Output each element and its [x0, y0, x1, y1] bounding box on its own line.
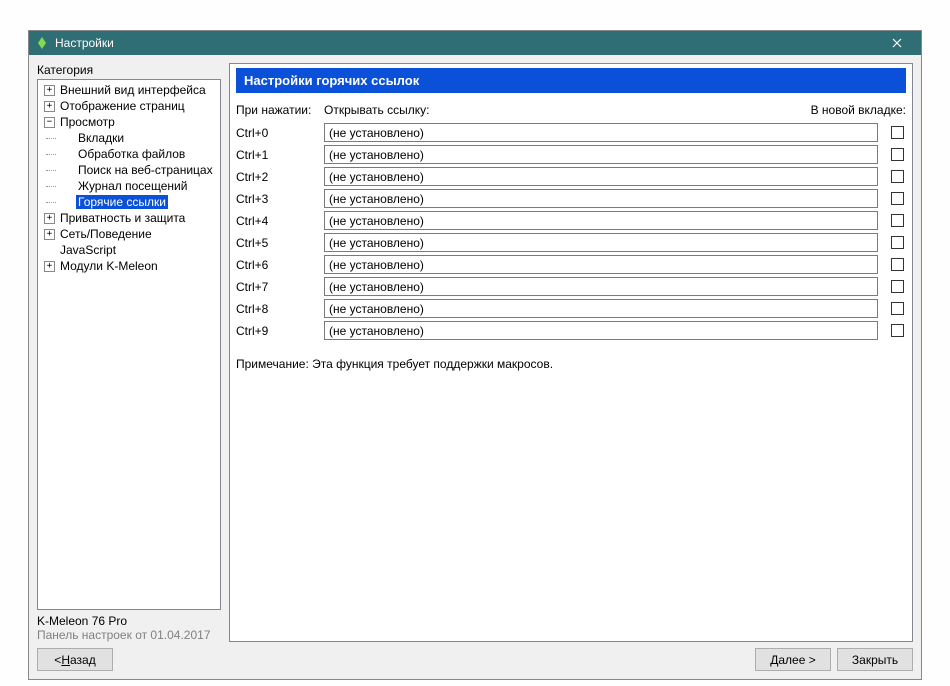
newtab-checkbox[interactable] [891, 214, 904, 227]
newtab-checkbox[interactable] [891, 258, 904, 271]
hotlink-input[interactable]: (не установлено) [324, 211, 878, 230]
newtab-checkbox[interactable] [891, 236, 904, 249]
hotkey-label: Ctrl+6 [236, 258, 324, 272]
expand-icon[interactable]: + [44, 213, 55, 224]
hotlink-input[interactable]: (не установлено) [324, 145, 878, 164]
hotkey-label: Ctrl+5 [236, 236, 324, 250]
note-label: Примечание: Эта функция требует поддержк… [236, 357, 906, 371]
tree-node-modules[interactable]: +Модули K-Meleon [40, 258, 220, 274]
hotlink-input[interactable]: (не установлено) [324, 299, 878, 318]
tree-node-rendering[interactable]: +Отображение страниц [40, 98, 220, 114]
next-button[interactable]: Далее > [755, 648, 831, 671]
hotlink-row: Ctrl+3(не установлено) [236, 189, 906, 208]
hotlink-input[interactable]: (не установлено) [324, 123, 878, 142]
newtab-checkbox[interactable] [891, 324, 904, 337]
tree-node-history[interactable]: Журнал посещений [58, 178, 220, 194]
header-newtab: В новой вкладке: [796, 103, 906, 117]
newtab-checkbox[interactable] [891, 170, 904, 183]
hotlink-input[interactable]: (не установлено) [324, 277, 878, 296]
header-press: При нажатии: [236, 103, 324, 117]
header-open: Открывать ссылку: [324, 103, 796, 117]
hotlink-row: Ctrl+7(не установлено) [236, 277, 906, 296]
titlebar[interactable]: Настройки [29, 31, 921, 55]
hotkey-label: Ctrl+0 [236, 126, 324, 140]
hotlink-input[interactable]: (не установлено) [324, 167, 878, 186]
settings-window: Настройки Категория +Внешний вид интерфе… [28, 30, 922, 680]
expand-icon[interactable]: + [44, 229, 55, 240]
hotlink-row: Ctrl+9(не установлено) [236, 321, 906, 340]
newtab-checkbox[interactable] [891, 302, 904, 315]
hotkey-label: Ctrl+7 [236, 280, 324, 294]
content-panel: Настройки горячих ссылок При нажатии: От… [229, 63, 913, 642]
expand-icon[interactable]: + [44, 85, 55, 96]
tree-node-tabs[interactable]: Вкладки [58, 130, 220, 146]
hotlink-row: Ctrl+0(не установлено) [236, 123, 906, 142]
hotkey-label: Ctrl+1 [236, 148, 324, 162]
hotkey-label: Ctrl+2 [236, 170, 324, 184]
panel-title: Настройки горячих ссылок [236, 68, 906, 93]
tree-node-hotlinks[interactable]: Горячие ссылки [58, 194, 220, 210]
hotkey-label: Ctrl+4 [236, 214, 324, 228]
app-icon [35, 36, 49, 50]
newtab-checkbox[interactable] [891, 148, 904, 161]
hotlink-row: Ctrl+8(не установлено) [236, 299, 906, 318]
expand-icon[interactable]: + [44, 261, 55, 272]
tree-node-network[interactable]: +Сеть/Поведение [40, 226, 220, 242]
newtab-checkbox[interactable] [891, 192, 904, 205]
newtab-checkbox[interactable] [891, 126, 904, 139]
panel-date-label: Панель настроек от 01.04.2017 [37, 628, 221, 642]
hotkey-label: Ctrl+3 [236, 192, 324, 206]
close-button[interactable]: Закрыть [837, 648, 913, 671]
hotlink-input[interactable]: (не установлено) [324, 189, 878, 208]
hotkey-label: Ctrl+9 [236, 324, 324, 338]
hotlink-input[interactable]: (не установлено) [324, 255, 878, 274]
newtab-checkbox[interactable] [891, 280, 904, 293]
window-close-button[interactable] [877, 32, 917, 54]
expand-icon[interactable]: + [44, 101, 55, 112]
tree-node-browsing[interactable]: −Просмотр [40, 114, 220, 130]
close-icon [892, 38, 902, 48]
category-label: Категория [37, 63, 221, 77]
hotlink-row: Ctrl+1(не установлено) [236, 145, 906, 164]
hotkey-label: Ctrl+8 [236, 302, 324, 316]
tree-node-findinpage[interactable]: Поиск на веб-страницах [58, 162, 220, 178]
version-label: K-Meleon 76 Pro [37, 614, 221, 628]
hotlink-row: Ctrl+2(не установлено) [236, 167, 906, 186]
tree-node-appearance[interactable]: +Внешний вид интерфейса [40, 82, 220, 98]
sidebar: Категория +Внешний вид интерфейса +Отобр… [37, 63, 221, 642]
hotlink-input[interactable]: (не установлено) [324, 233, 878, 252]
window-title: Настройки [55, 36, 114, 50]
tree-node-javascript[interactable]: JavaScript [40, 242, 220, 258]
category-tree[interactable]: +Внешний вид интерфейса +Отображение стр… [37, 79, 221, 610]
hotlink-row: Ctrl+5(не установлено) [236, 233, 906, 252]
tree-node-filehandling[interactable]: Обработка файлов [58, 146, 220, 162]
hotlink-input[interactable]: (не установлено) [324, 321, 878, 340]
hotlink-row: Ctrl+4(не установлено) [236, 211, 906, 230]
collapse-icon[interactable]: − [44, 117, 55, 128]
tree-node-privacy[interactable]: +Приватность и защита [40, 210, 220, 226]
hotlink-row: Ctrl+6(не установлено) [236, 255, 906, 274]
back-button[interactable]: < Назад [37, 648, 113, 671]
